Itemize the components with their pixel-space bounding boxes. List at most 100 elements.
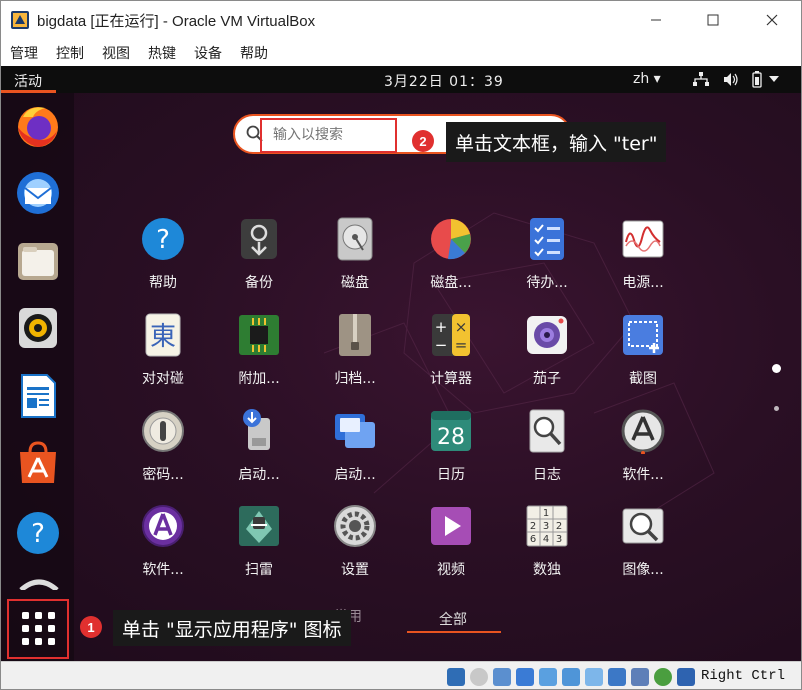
app-help[interactable]: ? 帮助 (117, 216, 207, 306)
close-button[interactable] (749, 1, 795, 39)
app-calculator[interactable]: + × − = 计算器 (405, 312, 495, 402)
step-2-callout: 单击文本框，输入 "ter" (446, 122, 667, 162)
volume-icon[interactable] (723, 72, 739, 87)
virtualbox-status-bar: Right Ctrl (1, 661, 801, 689)
app-screenshot[interactable]: 截图 (597, 312, 687, 402)
menu-devices[interactable]: 设备 (194, 43, 222, 63)
chip-icon (239, 315, 279, 355)
app-label: 软件... (142, 562, 184, 578)
mouse-integration-status-icon[interactable] (654, 668, 672, 686)
page-indicator[interactable] (774, 406, 779, 411)
page-indicator-active[interactable] (772, 364, 781, 373)
app-videos[interactable]: 视频 (405, 503, 495, 593)
menu-control[interactable]: 控制 (56, 43, 84, 63)
app-label: 日历 (437, 467, 465, 483)
shared-folders-status-icon[interactable] (562, 668, 580, 686)
network-status-icon[interactable] (516, 668, 534, 686)
audio-status-icon[interactable] (493, 668, 511, 686)
settings-icon (334, 505, 376, 547)
dock: ? (1, 93, 74, 661)
app-mahjongg[interactable]: 東对对碰 (117, 312, 207, 402)
svg-text:2: 2 (556, 521, 562, 532)
virtualbox-window: bigdata [正在运行] - Oracle VM VirtualBox 管理… (0, 0, 802, 690)
svg-text:=: = (455, 336, 468, 354)
optical-drive-status-icon[interactable] (470, 668, 488, 686)
app-startup-apps[interactable]: 启动... (309, 408, 399, 498)
system-menu-chevron-icon[interactable] (769, 76, 779, 83)
minimize-icon (651, 19, 661, 21)
software-properties-icon (142, 505, 184, 547)
menu-view[interactable]: 视图 (102, 43, 130, 63)
svg-text:3: 3 (543, 521, 549, 532)
virtualization-status-icon[interactable] (631, 668, 649, 686)
clock[interactable]: 3月22日 01：39 (384, 71, 504, 91)
minimize-button[interactable] (633, 1, 679, 39)
app-label: 对对碰 (142, 371, 184, 387)
dock-partial-icon (19, 579, 59, 590)
display-status-icon[interactable] (585, 668, 603, 686)
window-title: bigdata [正在运行] - Oracle VM VirtualBox (37, 13, 316, 30)
input-language-indicator[interactable]: zh ▾ (633, 71, 661, 87)
svg-text:?: ? (156, 225, 170, 255)
dock-rhythmbox[interactable] (15, 305, 61, 351)
dock-ubuntu-software[interactable] (15, 440, 61, 486)
dock-files[interactable] (15, 238, 61, 284)
battery-icon[interactable] (750, 71, 764, 88)
app-software-updater[interactable]: 软件... (597, 408, 687, 498)
files-icon (18, 243, 58, 280)
app-passwords[interactable]: 密码... (117, 408, 207, 498)
dock-firefox[interactable] (15, 103, 61, 149)
virtualbox-app-icon (11, 11, 29, 29)
svg-text:1: 1 (543, 508, 549, 519)
app-label: 启动... (334, 467, 376, 483)
app-software-properties[interactable]: 软件... (117, 503, 207, 593)
backup-icon (241, 219, 277, 259)
app-label: 启动... (238, 467, 280, 483)
app-image-viewer[interactable]: 图像... (597, 503, 687, 593)
app-power-statistics[interactable]: 电源... (597, 216, 687, 306)
app-calendar[interactable]: 28 日历 (405, 408, 495, 498)
close-icon (766, 14, 778, 26)
svg-text:×: × (455, 318, 468, 336)
svg-text:6: 6 (530, 534, 536, 545)
app-disks[interactable]: 磁盘 (309, 216, 399, 306)
network-icon[interactable] (693, 72, 709, 87)
menu-manage[interactable]: 管理 (10, 43, 38, 63)
app-label: 密码... (142, 467, 184, 483)
hard-disk-status-icon[interactable] (447, 668, 465, 686)
app-archive[interactable]: 归档... (309, 312, 399, 402)
dock-libreoffice-writer[interactable] (15, 373, 61, 419)
app-disk-usage[interactable]: 磁盘... (405, 216, 495, 306)
tab-all-underline (407, 631, 501, 633)
sudoku-icon: 12 3 26 4 3 (526, 505, 568, 547)
app-sudoku[interactable]: 1 2 3 2 6 4 3 数独 (501, 503, 591, 593)
app-chip[interactable]: 附加... (213, 312, 303, 402)
tab-all[interactable]: 全部 (439, 609, 467, 629)
dock-help[interactable]: ? (15, 510, 61, 556)
app-backup[interactable]: 备份 (213, 216, 303, 306)
recording-status-icon[interactable] (608, 668, 626, 686)
archive-icon (339, 314, 371, 356)
app-label: 日志 (533, 467, 561, 483)
app-mines[interactable]: 扫雷 (213, 503, 303, 593)
menu-help[interactable]: 帮助 (240, 43, 268, 63)
usb-status-icon[interactable] (539, 668, 557, 686)
app-logs[interactable]: 日志 (501, 408, 591, 498)
step-1-callout: 单击 "显示应用程序" 图标 (113, 610, 351, 646)
ubuntu-software-icon (20, 441, 56, 483)
menu-hotkeys[interactable]: 热键 (148, 43, 176, 63)
gnome-top-bar: 活动 3月22日 01：39 zh ▾ (1, 66, 801, 93)
dock-thunderbird[interactable] (15, 170, 61, 216)
app-settings[interactable]: 设置 (309, 503, 399, 593)
screenshot-icon (623, 315, 663, 355)
app-label: 帮助 (149, 275, 177, 291)
app-usb-creator[interactable]: 启动... (213, 408, 303, 498)
maximize-icon (707, 14, 719, 26)
activities-button[interactable]: 活动 (14, 71, 42, 91)
app-label: 视频 (437, 562, 465, 578)
app-todo[interactable]: 待办... (501, 216, 591, 306)
app-label: 软件... (622, 467, 664, 483)
app-cheese-camera[interactable]: 茄子 (501, 312, 591, 402)
maximize-button[interactable] (690, 1, 736, 39)
keyboard-status-icon[interactable] (677, 668, 695, 686)
